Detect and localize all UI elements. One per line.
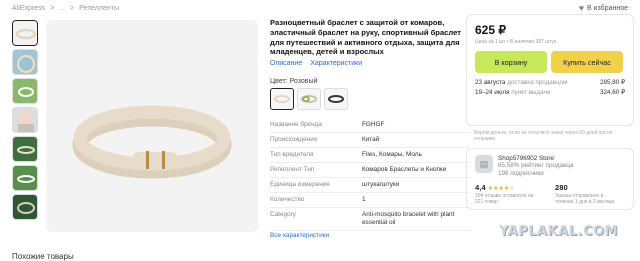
thumbnail[interactable] [12, 107, 38, 133]
heart-icon: ♥ [578, 3, 585, 13]
breadcrumb-current[interactable]: Репелленты [79, 5, 119, 12]
watermark: YAPLAKAL.COM [499, 224, 618, 239]
price: 625 ₽ [475, 23, 506, 37]
similar-products-heading: Похожие товары [12, 252, 74, 261]
buy-now-button[interactable]: Купить сейчас [551, 51, 623, 73]
spec-value: Китай [362, 136, 380, 143]
spec-row: Тип вредителя Files, Комары, Моль [270, 148, 470, 163]
shipping-date: 19–24 июля [475, 89, 510, 96]
breadcrumb-home[interactable]: AliExpress [12, 5, 45, 12]
add-to-cart-button[interactable]: В корзину [475, 51, 547, 73]
spec-row: Репеллент Тип Комаров Браслеты и Кнопки [270, 163, 470, 178]
store-icon: ▤ [475, 155, 493, 173]
spec-key: Название бренда [270, 121, 322, 128]
product-title: Разноцветный браслет с защитой от комаро… [270, 18, 461, 57]
spec-value: 1 [362, 196, 366, 203]
store-score: 4,4 [475, 183, 486, 193]
spec-row: Единица измерения штука/штуки [270, 178, 470, 193]
shipping-date: 23 августа [475, 79, 506, 86]
spec-value: Anti-mosquito bracelet with plant essent… [362, 211, 455, 226]
product-tabs: Описание Характеристики [270, 60, 362, 67]
spec-row: Происхождение Китай [270, 133, 470, 148]
spec-key: Происхождение [270, 136, 318, 143]
thumbnail[interactable] [12, 78, 38, 104]
breadcrumb: AliExpress > ... > Репелленты [12, 5, 119, 12]
shipping-option[interactable]: 23 августа доставка продавцом 285,80 ₽ [475, 79, 625, 86]
swatch-green[interactable] [297, 88, 321, 110]
store-orders-count: 280 [555, 183, 568, 193]
spec-key: Category [270, 211, 296, 218]
shipping-option[interactable]: 19–24 июля пункт выдачи 324,60 ₽ [475, 89, 625, 96]
shipping-method: доставка продавцом [507, 79, 568, 86]
all-specs-link[interactable]: Все характеристики [270, 232, 329, 239]
spec-row: Название бренда FGHGF [270, 118, 470, 133]
swatch-black[interactable] [324, 88, 348, 110]
spec-row: Category Anti-mosquito bracelet with plan… [270, 208, 470, 231]
spec-key: Количество [270, 196, 305, 203]
return-note: Верём деньги, если не получите заказ чер… [474, 130, 613, 143]
thumbnail[interactable] [12, 165, 38, 191]
color-label: Цвет: Розовый [270, 78, 318, 85]
breadcrumb-ellipsis[interactable]: ... [59, 5, 65, 12]
shipping-price: 324,60 ₽ [599, 89, 625, 96]
specs-table: Название бренда FGHGF Происхождение Китай … [270, 118, 470, 231]
thumbnail[interactable] [12, 20, 38, 46]
thumbnail[interactable] [12, 194, 38, 220]
price-note: Цена за 1 шт • В наличии 397 штук [475, 39, 557, 45]
shipping-options: 23 августа доставка продавцом 285,80 ₽ 1… [475, 79, 625, 96]
breadcrumb-sep: > [70, 5, 75, 12]
store-score-sub: 104 отзыва оставлено на 321 товар [475, 193, 534, 206]
buy-box: 625 ₽ Цена за 1 шт • В наличии 397 штук … [466, 14, 634, 126]
spec-key: Тип вредителя [270, 151, 314, 158]
store-rating: 65,58% рейтинг продавца [498, 162, 574, 170]
store-card[interactable]: ▤ Shop5796902 Store 65,58% рейтинг прода… [466, 148, 634, 210]
spec-key: Репеллент Тип [270, 166, 315, 173]
tab-characteristics[interactable]: Характеристики [310, 60, 362, 67]
thumbnail[interactable] [12, 136, 38, 162]
shipping-price: 285,80 ₽ [599, 79, 625, 86]
thumbnail-strip [12, 20, 40, 223]
favorites-button[interactable]: ♥ В избранное [578, 3, 628, 13]
spec-key: Единица измерения [270, 181, 330, 188]
main-product-image[interactable] [46, 20, 258, 232]
spec-value: штука/штуки [362, 181, 400, 188]
spec-value: FGHGF [362, 121, 385, 128]
swatch-pink[interactable] [270, 88, 294, 110]
spec-value: Комаров Браслеты и Кнопки [362, 166, 447, 173]
tab-description[interactable]: Описание [270, 60, 302, 67]
breadcrumb-sep: > [50, 5, 55, 12]
shipping-method: пункт выдачи [511, 89, 551, 96]
color-swatches [270, 88, 348, 110]
thumbnail[interactable] [12, 49, 38, 75]
spec-row: Количество 1 [270, 193, 470, 208]
store-orders-sub: Заказа отправлено в течение 1 дня в 2 ме… [555, 193, 615, 206]
spec-value: Files, Комары, Моль [362, 151, 422, 158]
star-rating-icon: ★★★★☆ [487, 186, 515, 193]
store-followers: 198 подписчики [498, 169, 544, 177]
favorites-label: В избранное [587, 4, 628, 12]
